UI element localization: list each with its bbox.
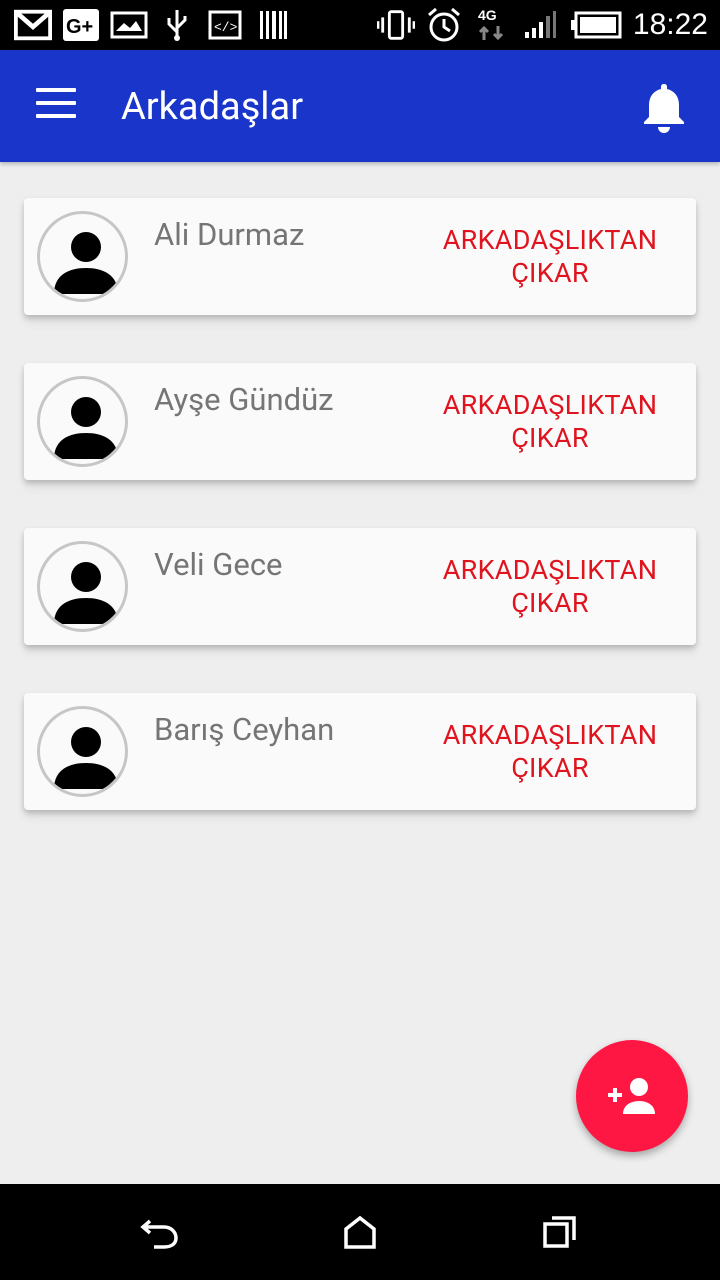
svg-text:</>: </>: [214, 20, 238, 35]
avatar-icon: [37, 706, 128, 797]
network-label: 4G: [478, 7, 497, 23]
avatar-icon: [37, 541, 128, 632]
friend-card: Ayşe Gündüz ARKADAŞLIKTAN ÇIKAR: [24, 363, 696, 480]
add-person-icon: [608, 1078, 655, 1114]
avatar-icon: [37, 211, 128, 302]
navigation-bar: [0, 1184, 720, 1280]
recents-icon[interactable]: [535, 1212, 585, 1252]
alarm-icon: [425, 7, 463, 42]
clock: 18:22: [632, 8, 708, 41]
gmail-icon: [14, 8, 52, 42]
friends-list: Ali Durmaz ARKADAŞLIKTAN ÇIKAR Ayşe Günd…: [24, 198, 696, 858]
vibrate-icon: [376, 8, 415, 42]
remove-friend-label-line2: ÇIKAR: [511, 752, 589, 784]
remove-friend-label-line2: ÇIKAR: [511, 257, 589, 289]
barcode-icon: [254, 8, 292, 42]
friend-card: Veli Gece ARKADAŞLIKTAN ÇIKAR: [24, 528, 696, 645]
page-title: Arkadaşlar: [121, 85, 304, 129]
app-bar: Arkadaşlar: [0, 50, 720, 162]
remove-friend-label-line1: ARKADAŞLIKTAN: [442, 224, 658, 256]
remove-friend-label-line1: ARKADAŞLIKTAN: [442, 719, 658, 751]
bell-icon[interactable]: [640, 80, 688, 134]
hamburger-menu-icon[interactable]: [36, 88, 76, 124]
add-friend-button[interactable]: [576, 1040, 688, 1152]
code-icon: </>: [206, 8, 244, 42]
network-4g-icon: 4G: [473, 7, 511, 42]
remove-friend-label-line1: ARKADAŞLIKTAN: [442, 389, 658, 421]
home-icon[interactable]: [335, 1212, 385, 1252]
back-icon[interactable]: [135, 1212, 185, 1252]
friend-name: Ayşe Gündüz: [154, 381, 334, 418]
remove-friend-label-line2: ÇIKAR: [511, 422, 589, 454]
usb-icon: [158, 8, 196, 42]
avatar-icon: [37, 376, 128, 467]
friend-name: Veli Gece: [154, 546, 283, 583]
friend-card: Ali Durmaz ARKADAŞLIKTAN ÇIKAR: [24, 198, 696, 315]
notification-icons: G+ </>: [14, 8, 292, 42]
remove-friend-button[interactable]: ARKADAŞLIKTAN ÇIKAR: [430, 719, 670, 785]
image-icon: [110, 8, 148, 42]
signal-icon: [521, 8, 559, 42]
remove-friend-button[interactable]: ARKADAŞLIKTAN ÇIKAR: [430, 224, 670, 290]
remove-friend-button[interactable]: ARKADAŞLIKTAN ÇIKAR: [430, 554, 670, 620]
battery-icon: [569, 8, 623, 42]
friend-name: Ali Durmaz: [154, 216, 305, 253]
friend-card: Barış Ceyhan ARKADAŞLIKTAN ÇIKAR: [24, 693, 696, 810]
remove-friend-label-line1: ARKADAŞLIKTAN: [442, 554, 658, 586]
status-bar: G+ </> 4G 18:22: [0, 0, 720, 50]
svg-text:G+: G+: [66, 16, 93, 38]
remove-friend-button[interactable]: ARKADAŞLIKTAN ÇIKAR: [430, 389, 670, 455]
friend-name: Barış Ceyhan: [154, 711, 335, 748]
google-plus-icon: G+: [62, 8, 100, 42]
remove-friend-label-line2: ÇIKAR: [511, 587, 589, 619]
system-icons: 4G 18:22: [376, 6, 708, 44]
